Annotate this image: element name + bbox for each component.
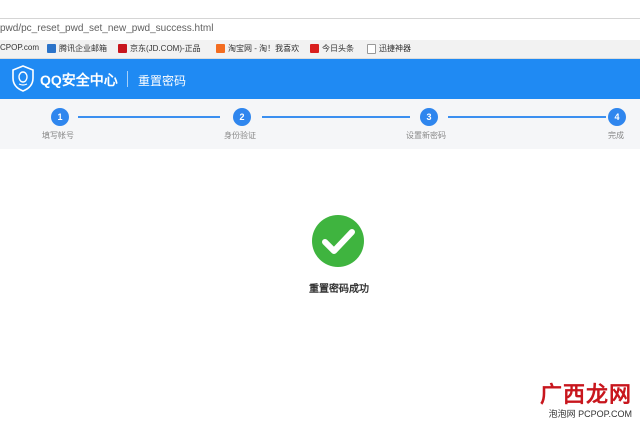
- url-field[interactable]: pwd/pc_reset_pwd_set_new_pwd_success.htm…: [0, 23, 213, 34]
- page-title: 重置密码: [138, 74, 187, 88]
- step-progress: [0, 99, 640, 149]
- step-label-2: 身份验证: [224, 131, 256, 140]
- watermark: 广西龙网 泡泡网 PCPOP.COM: [502, 383, 632, 420]
- brand-name[interactable]: QQ安全中心: [40, 70, 118, 90]
- bookmark-item[interactable]: 迅捷神器: [367, 43, 411, 54]
- toolbar-divider: [0, 18, 640, 19]
- bookmarks-bar: CPOP.com 腾讯企业邮箱 京东(JD.COM)-正品 淘宝网 - 淘！我喜…: [0, 40, 640, 59]
- step-label-3: 设置新密码: [406, 131, 446, 140]
- address-bar-area: pwd/pc_reset_pwd_set_new_pwd_success.htm…: [0, 0, 640, 40]
- taobao-icon: [216, 44, 225, 53]
- step-connector: [262, 116, 410, 118]
- success-message: 重置密码成功: [309, 284, 369, 295]
- mail-icon: [47, 44, 56, 53]
- watermark-title: 广西龙网: [539, 382, 632, 407]
- step-connector: [448, 116, 606, 118]
- bookmark-label: CPOP.com: [0, 43, 39, 52]
- page-icon: [367, 43, 376, 54]
- toutiao-icon: [310, 44, 319, 53]
- step-number-2: 2: [233, 108, 251, 126]
- watermark-site: 泡泡网 PCPOP.COM: [548, 409, 632, 419]
- header-divider: [127, 71, 128, 87]
- shield-logo-icon: [12, 65, 34, 92]
- step-label-1: 填写帐号: [42, 131, 74, 140]
- bookmark-label: 京东(JD.COM)-正品: [130, 44, 201, 53]
- step-label-4: 完成: [608, 131, 624, 140]
- bookmark-item[interactable]: 京东(JD.COM)-正品: [118, 43, 201, 54]
- bookmark-label: 今日头条: [322, 44, 354, 53]
- bookmark-item[interactable]: CPOP.com: [0, 43, 39, 52]
- step-number-4: 4: [608, 108, 626, 126]
- bookmark-label: 淘宝网 - 淘！我喜欢: [228, 44, 300, 53]
- bookmark-item[interactable]: 腾讯企业邮箱: [47, 43, 107, 54]
- bookmark-item[interactable]: 淘宝网 - 淘！我喜欢: [216, 43, 299, 54]
- step-number-3: 3: [420, 108, 438, 126]
- success-check-icon: [312, 215, 364, 267]
- bookmark-label: 腾讯企业邮箱: [59, 44, 107, 53]
- jd-icon: [118, 44, 127, 53]
- step-number-1: 1: [51, 108, 69, 126]
- bookmark-item[interactable]: 今日头条: [310, 43, 354, 54]
- bookmark-label: 迅捷神器: [379, 44, 411, 53]
- step-connector: [78, 116, 220, 118]
